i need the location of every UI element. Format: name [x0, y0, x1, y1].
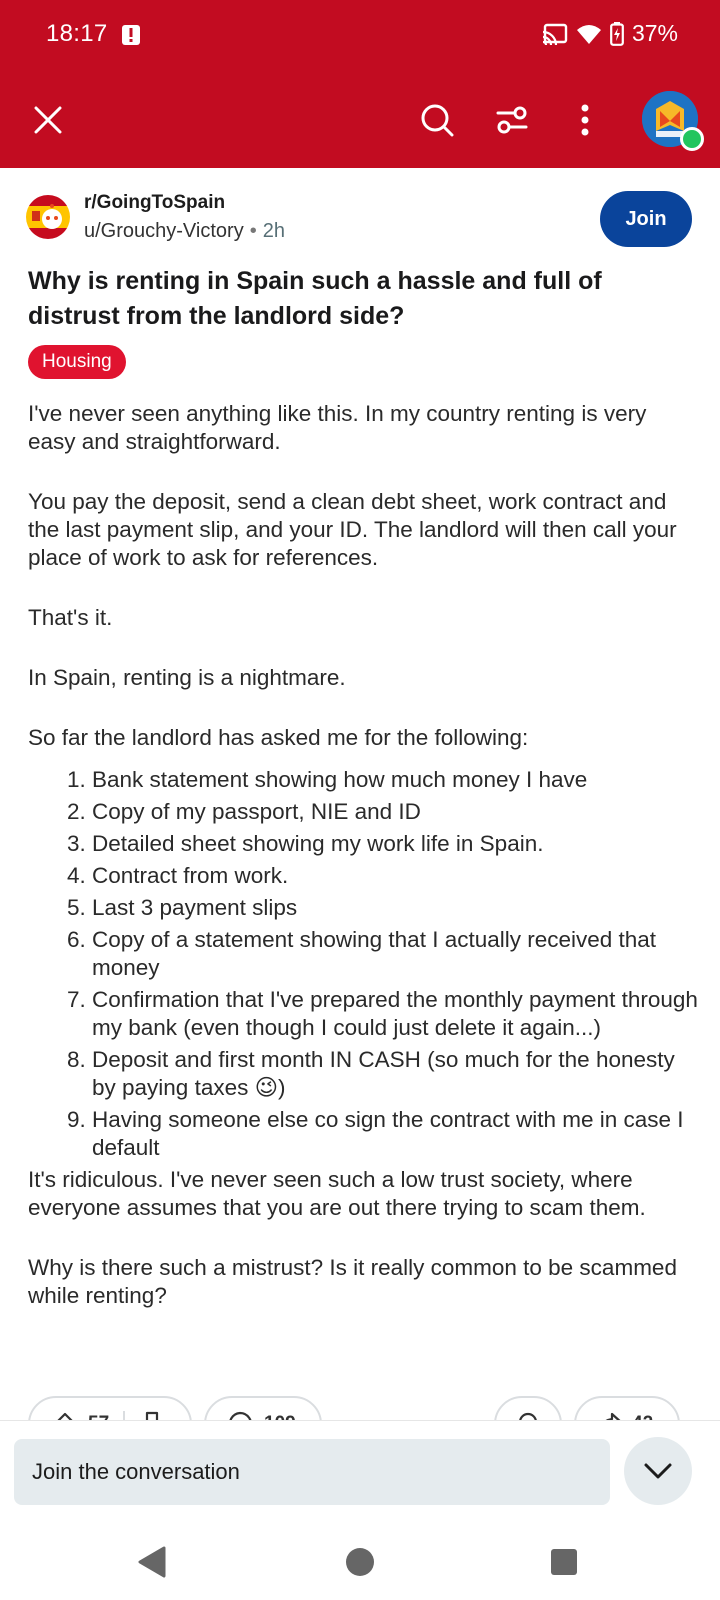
join-conversation-input[interactable]: Join the conversation	[14, 1439, 610, 1505]
list-item: Copy of my passport, NIE and ID	[92, 798, 698, 826]
subreddit-avatar[interactable]	[26, 195, 70, 239]
close-button[interactable]	[24, 96, 72, 144]
post-author[interactable]: u/Grouchy-Victory	[84, 220, 244, 242]
user-avatar[interactable]	[642, 91, 704, 151]
close-icon	[34, 106, 62, 134]
recents-square-icon	[551, 1549, 577, 1575]
body-paragraph: So far the landlord has asked me for the…	[28, 725, 529, 750]
notification-alert-icon	[122, 25, 140, 45]
nav-recents-button[interactable]	[544, 1542, 584, 1582]
home-circle-icon	[346, 1548, 374, 1576]
chevron-down-icon	[644, 1463, 672, 1479]
list-item: Bank statement showing how much money I …	[92, 766, 698, 794]
more-options-button[interactable]	[561, 96, 609, 144]
subreddit-name[interactable]: r/GoingToSpain	[84, 192, 225, 214]
status-bar: 18:17 37%	[0, 0, 720, 72]
list-item: Last 3 payment slips	[92, 894, 698, 922]
more-vertical-icon	[581, 104, 589, 136]
list-item: Detailed sheet showing my work life in S…	[92, 830, 698, 858]
post-title: Why is renting in Spain such a hassle an…	[28, 267, 602, 330]
body-paragraph: It's ridiculous. I've never seen such a …	[28, 1167, 646, 1220]
body-paragraph: In Spain, renting is a nightmare.	[28, 665, 346, 690]
search-icon	[421, 104, 454, 137]
battery-charging-icon	[610, 21, 624, 46]
cast-icon	[542, 23, 568, 45]
comment-composer-bar: Join the conversation	[0, 1420, 720, 1521]
list-item: Contract from work.	[92, 862, 698, 890]
body-paragraph: You pay the deposit, send a clean debt s…	[28, 489, 677, 570]
status-indicators: 37%	[542, 20, 678, 47]
subreddit-icon	[26, 195, 70, 239]
battery-percent: 37%	[631, 20, 678, 46]
system-nav-bar	[0, 1520, 720, 1600]
search-button[interactable]	[413, 96, 461, 144]
collapse-button[interactable]	[624, 1437, 692, 1505]
online-status-dot	[680, 127, 704, 151]
nav-back-button[interactable]	[132, 1542, 172, 1582]
body-paragraph: I've never seen anything like this. In m…	[28, 401, 647, 454]
post-body: I've never seen anything like this. In m…	[28, 400, 698, 1342]
post-age: 2h	[262, 220, 285, 242]
post-meta: u/Grouchy-Victory • 2h	[84, 220, 285, 243]
post-flair[interactable]: Housing	[28, 345, 126, 379]
body-paragraph: That's it.	[28, 605, 113, 630]
requirements-list: Bank statement showing how much money I …	[28, 766, 698, 1162]
meta-separator: •	[249, 220, 257, 242]
filter-button[interactable]	[488, 96, 536, 144]
join-button[interactable]: Join	[600, 191, 692, 247]
nav-home-button[interactable]	[340, 1542, 380, 1582]
list-item: Deposit and first month IN CASH (so much…	[92, 1046, 698, 1102]
list-item: Having someone else co sign the contract…	[92, 1106, 698, 1162]
status-time: 18:17	[46, 20, 108, 47]
filter-icon	[496, 106, 528, 134]
back-triangle-icon	[138, 1546, 166, 1578]
app-bar	[0, 72, 720, 168]
list-item: Confirmation that I've prepared the mont…	[92, 986, 698, 1042]
wifi-icon	[576, 24, 601, 44]
body-paragraph: Why is there such a mistrust? Is it real…	[28, 1255, 677, 1308]
list-item: Copy of a statement showing that I actua…	[92, 926, 698, 982]
